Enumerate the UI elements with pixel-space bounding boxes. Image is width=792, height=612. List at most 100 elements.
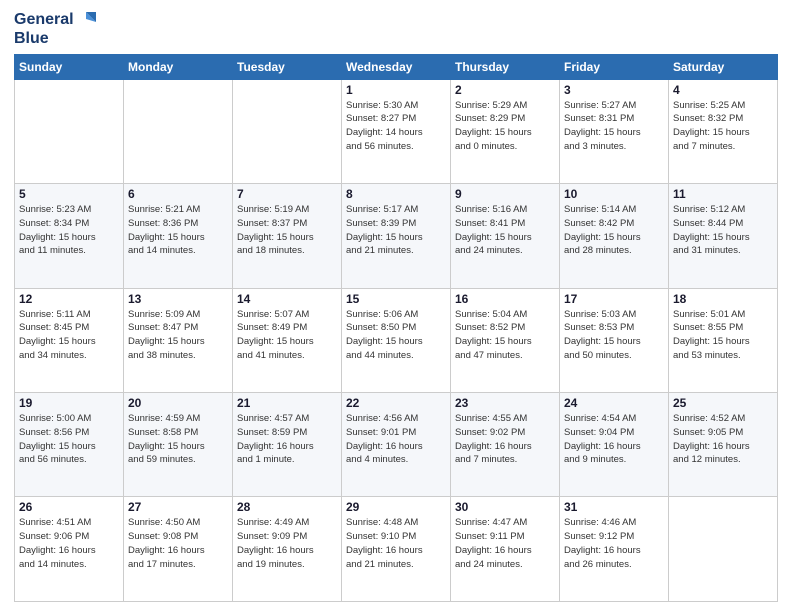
- day-info: Sunrise: 5:21 AM Sunset: 8:36 PM Dayligh…: [128, 203, 228, 258]
- calendar-cell: 30Sunrise: 4:47 AM Sunset: 9:11 PM Dayli…: [451, 497, 560, 602]
- day-info: Sunrise: 4:46 AM Sunset: 9:12 PM Dayligh…: [564, 516, 664, 571]
- calendar-cell: 15Sunrise: 5:06 AM Sunset: 8:50 PM Dayli…: [342, 288, 451, 392]
- calendar-cell: 12 Sunrise: 5:11 AM Sunset: 8:45 PM Dayli…: [15, 288, 124, 392]
- calendar-week-2: 5 Sunrise: 5:23 AM Sunset: 8:34 PM Daylig…: [15, 184, 778, 288]
- day-number: 18: [673, 292, 773, 306]
- day-info: Sunrise: 5:30 AM Sunset: 8:27 PM Dayligh…: [346, 99, 446, 154]
- day-info: Sunrise: 5:14 AM Sunset: 8:42 PM Dayligh…: [564, 203, 664, 258]
- day-info: Sunrise: 5:16 AM Sunset: 8:41 PM Dayligh…: [455, 203, 555, 258]
- weekday-header-tuesday: Tuesday: [233, 54, 342, 79]
- calendar-table: SundayMondayTuesdayWednesdayThursdayFrid…: [14, 54, 778, 602]
- logo-triangle-icon: [76, 10, 96, 30]
- day-info: Sunrise: 5:07 AM Sunset: 8:49 PM Dayligh…: [237, 308, 337, 363]
- day-number: 11: [673, 187, 773, 201]
- calendar-cell: 7 Sunrise: 5:19 AM Sunset: 8:37 PM Daylig…: [233, 184, 342, 288]
- day-number: 21: [237, 396, 337, 410]
- logo: General Blue: [14, 10, 96, 48]
- day-number: 7: [237, 187, 337, 201]
- day-number: 31: [564, 500, 664, 514]
- day-number: 26: [19, 500, 119, 514]
- day-info: Sunrise: 5:03 AM Sunset: 8:53 PM Dayligh…: [564, 308, 664, 363]
- calendar-cell: 14 Sunrise: 5:07 AM Sunset: 8:49 PM Dayli…: [233, 288, 342, 392]
- calendar-week-4: 19 Sunrise: 5:00 AM Sunset: 8:56 PM Dayli…: [15, 393, 778, 497]
- calendar-cell: 24Sunrise: 4:54 AM Sunset: 9:04 PM Dayli…: [560, 393, 669, 497]
- calendar-cell: 4 Sunrise: 5:25 AM Sunset: 8:32 PM Daylig…: [669, 79, 778, 183]
- day-info: Sunrise: 4:57 AM Sunset: 8:59 PM Dayligh…: [237, 412, 337, 467]
- day-number: 12: [19, 292, 119, 306]
- day-info: Sunrise: 5:25 AM Sunset: 8:32 PM Dayligh…: [673, 99, 773, 154]
- weekday-header-wednesday: Wednesday: [342, 54, 451, 79]
- day-info: Sunrise: 4:50 AM Sunset: 9:08 PM Dayligh…: [128, 516, 228, 571]
- calendar-cell: 31 Sunrise: 4:46 AM Sunset: 9:12 PM Dayli…: [560, 497, 669, 602]
- day-info: Sunrise: 5:09 AM Sunset: 8:47 PM Dayligh…: [128, 308, 228, 363]
- day-info: Sunrise: 4:49 AM Sunset: 9:09 PM Dayligh…: [237, 516, 337, 571]
- day-number: 4: [673, 83, 773, 97]
- calendar-cell: 6Sunrise: 5:21 AM Sunset: 8:36 PM Daylig…: [124, 184, 233, 288]
- day-number: 27: [128, 500, 228, 514]
- day-number: 16: [455, 292, 555, 306]
- calendar-cell: 8 Sunrise: 5:17 AM Sunset: 8:39 PM Daylig…: [342, 184, 451, 288]
- day-number: 2: [455, 83, 555, 97]
- calendar-week-5: 26Sunrise: 4:51 AM Sunset: 9:06 PM Dayli…: [15, 497, 778, 602]
- weekday-header-thursday: Thursday: [451, 54, 560, 79]
- calendar-cell: 11 Sunrise: 5:12 AM Sunset: 8:44 PM Dayli…: [669, 184, 778, 288]
- day-number: 1: [346, 83, 446, 97]
- day-number: 5: [19, 187, 119, 201]
- calendar-cell: 25Sunrise: 4:52 AM Sunset: 9:05 PM Dayli…: [669, 393, 778, 497]
- calendar-cell: 23Sunrise: 4:55 AM Sunset: 9:02 PM Dayli…: [451, 393, 560, 497]
- day-info: Sunrise: 4:59 AM Sunset: 8:58 PM Dayligh…: [128, 412, 228, 467]
- calendar-cell: 17 Sunrise: 5:03 AM Sunset: 8:53 PM Dayli…: [560, 288, 669, 392]
- calendar-cell: 19 Sunrise: 5:00 AM Sunset: 8:56 PM Dayli…: [15, 393, 124, 497]
- day-number: 28: [237, 500, 337, 514]
- day-number: 22: [346, 396, 446, 410]
- day-info: Sunrise: 4:48 AM Sunset: 9:10 PM Dayligh…: [346, 516, 446, 571]
- calendar-cell: 22 Sunrise: 4:56 AM Sunset: 9:01 PM Dayli…: [342, 393, 451, 497]
- day-number: 29: [346, 500, 446, 514]
- day-number: 3: [564, 83, 664, 97]
- day-number: 10: [564, 187, 664, 201]
- day-info: Sunrise: 5:11 AM Sunset: 8:45 PM Dayligh…: [19, 308, 119, 363]
- calendar-cell: [233, 79, 342, 183]
- day-number: 19: [19, 396, 119, 410]
- calendar-cell: 2 Sunrise: 5:29 AM Sunset: 8:29 PM Daylig…: [451, 79, 560, 183]
- day-number: 20: [128, 396, 228, 410]
- day-info: Sunrise: 5:23 AM Sunset: 8:34 PM Dayligh…: [19, 203, 119, 258]
- header: General Blue: [14, 10, 778, 48]
- calendar-cell: 21 Sunrise: 4:57 AM Sunset: 8:59 PM Dayli…: [233, 393, 342, 497]
- day-info: Sunrise: 5:00 AM Sunset: 8:56 PM Dayligh…: [19, 412, 119, 467]
- day-info: Sunrise: 4:56 AM Sunset: 9:01 PM Dayligh…: [346, 412, 446, 467]
- calendar-cell: [669, 497, 778, 602]
- day-number: 25: [673, 396, 773, 410]
- day-info: Sunrise: 4:54 AM Sunset: 9:04 PM Dayligh…: [564, 412, 664, 467]
- weekday-header-sunday: Sunday: [15, 54, 124, 79]
- calendar-cell: 27 Sunrise: 4:50 AM Sunset: 9:08 PM Dayli…: [124, 497, 233, 602]
- day-number: 9: [455, 187, 555, 201]
- calendar-cell: 9 Sunrise: 5:16 AM Sunset: 8:41 PM Daylig…: [451, 184, 560, 288]
- day-info: Sunrise: 5:17 AM Sunset: 8:39 PM Dayligh…: [346, 203, 446, 258]
- page: General Blue SundayMondayTuesdayWednesda…: [0, 0, 792, 612]
- day-info: Sunrise: 5:19 AM Sunset: 8:37 PM Dayligh…: [237, 203, 337, 258]
- calendar-cell: 29 Sunrise: 4:48 AM Sunset: 9:10 PM Dayli…: [342, 497, 451, 602]
- day-number: 30: [455, 500, 555, 514]
- calendar-cell: 16Sunrise: 5:04 AM Sunset: 8:52 PM Dayli…: [451, 288, 560, 392]
- logo-text: General Blue: [14, 10, 96, 48]
- weekday-header-saturday: Saturday: [669, 54, 778, 79]
- weekday-header-monday: Monday: [124, 54, 233, 79]
- calendar-cell: 18Sunrise: 5:01 AM Sunset: 8:55 PM Dayli…: [669, 288, 778, 392]
- weekday-header-friday: Friday: [560, 54, 669, 79]
- day-number: 14: [237, 292, 337, 306]
- day-number: 8: [346, 187, 446, 201]
- day-info: Sunrise: 5:27 AM Sunset: 8:31 PM Dayligh…: [564, 99, 664, 154]
- day-info: Sunrise: 5:12 AM Sunset: 8:44 PM Dayligh…: [673, 203, 773, 258]
- day-info: Sunrise: 4:55 AM Sunset: 9:02 PM Dayligh…: [455, 412, 555, 467]
- calendar-cell: 3 Sunrise: 5:27 AM Sunset: 8:31 PM Daylig…: [560, 79, 669, 183]
- weekday-header-row: SundayMondayTuesdayWednesdayThursdayFrid…: [15, 54, 778, 79]
- calendar-week-1: 1 Sunrise: 5:30 AM Sunset: 8:27 PM Daylig…: [15, 79, 778, 183]
- calendar-cell: [15, 79, 124, 183]
- calendar-cell: [124, 79, 233, 183]
- day-number: 17: [564, 292, 664, 306]
- calendar-cell: 26Sunrise: 4:51 AM Sunset: 9:06 PM Dayli…: [15, 497, 124, 602]
- day-number: 15: [346, 292, 446, 306]
- day-info: Sunrise: 5:29 AM Sunset: 8:29 PM Dayligh…: [455, 99, 555, 154]
- calendar-cell: 20 Sunrise: 4:59 AM Sunset: 8:58 PM Dayli…: [124, 393, 233, 497]
